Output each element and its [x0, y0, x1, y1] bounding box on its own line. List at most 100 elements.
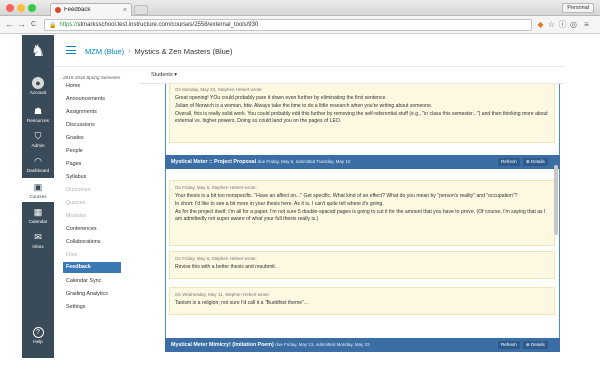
- course-nav-files[interactable]: Files: [66, 252, 77, 258]
- breadcrumb-course-link[interactable]: MZM (Blue): [85, 47, 124, 56]
- course-nav-pages[interactable]: Pages: [66, 161, 81, 167]
- new-tab-button[interactable]: [134, 5, 148, 15]
- comment-text: Overall, this is really solid work. You …: [175, 111, 548, 124]
- course-nav-announcements[interactable]: Announcements: [66, 96, 105, 102]
- global-nav-inbox[interactable]: ✉ Inbox: [22, 231, 54, 249]
- shield-icon: ⛉: [34, 131, 42, 141]
- comment-meta: On Friday, May 6, Stephen Hebert wrote:: [175, 256, 257, 261]
- global-nav-resources[interactable]: ☗ Resources: [22, 105, 54, 123]
- shield-extension-icon[interactable]: ◎: [569, 20, 578, 29]
- school-logo-icon[interactable]: ♞: [29, 41, 47, 63]
- course-nav-discussions[interactable]: Discussions: [66, 122, 95, 128]
- browser-tab[interactable]: Feedback ×: [50, 3, 132, 16]
- global-nav-courses[interactable]: ▣ Courses: [22, 178, 54, 202]
- course-header: MZM (Blue) › Mystics & Zen Masters (Blue…: [54, 35, 565, 67]
- global-nav-help[interactable]: ? Help: [22, 327, 54, 344]
- courses-icon: ▣: [33, 182, 43, 192]
- course-nav-settings[interactable]: Settings: [66, 304, 85, 310]
- resources-icon: ☗: [33, 106, 43, 116]
- students-dropdown[interactable]: Students ▾: [151, 72, 177, 78]
- global-nav-label: Calendar: [28, 219, 48, 224]
- details-button[interactable]: ⊕ Details: [523, 341, 548, 349]
- course-nav-quizzes[interactable]: Quizzes: [66, 200, 85, 206]
- term-label: 2015-2016 Spring Semester: [63, 75, 121, 80]
- course-nav-home[interactable]: Home: [66, 83, 80, 89]
- course-nav-feedback[interactable]: Feedback: [63, 262, 121, 273]
- comment-card: On Friday, May 6, Stephen Hebert wrote: …: [169, 180, 555, 246]
- comment-card: On Wednesday, May 11, Stephen Hebert wro…: [169, 287, 555, 315]
- url-text: stmarksschool.test.instructure.com/cours…: [77, 22, 259, 28]
- breadcrumb-separator-icon: ›: [128, 48, 131, 55]
- comment-text: Great opening! YOu could probably pare i…: [175, 95, 387, 101]
- course-nav-grading-analytics[interactable]: Grading Analytics: [66, 291, 108, 297]
- comment-card: On Monday, May 23, Stephen Hebert wrote:…: [169, 84, 555, 143]
- global-nav-admin[interactable]: ⛉ Admin: [22, 130, 54, 148]
- global-nav-label: Inbox: [32, 244, 44, 249]
- lock-icon: 🔒: [49, 22, 57, 29]
- course-navigation: 2015-2016 Spring Semester Home Announcem…: [54, 67, 139, 358]
- inbox-icon: ✉: [34, 232, 42, 242]
- global-nav-dashboard[interactable]: ◠ Dashboard: [22, 155, 54, 173]
- comment-meta: On Wednesday, May 11, Stephen Hebert wro…: [175, 292, 271, 297]
- course-nav-calendar-sync[interactable]: Calendar Sync: [66, 278, 101, 284]
- minimize-window-button[interactable]: [17, 4, 25, 12]
- course-nav-assignments[interactable]: Assignments: [66, 109, 97, 115]
- close-window-button[interactable]: [6, 4, 14, 12]
- reload-icon[interactable]: C: [31, 19, 36, 30]
- profile-button[interactable]: Personal: [562, 3, 594, 13]
- back-arrow-icon[interactable]: ←: [5, 19, 14, 30]
- url-scheme: https://: [59, 22, 78, 28]
- course-nav-collaborations[interactable]: Collaborations: [66, 239, 100, 245]
- assignment-title: Mystical Meter :: Project Proposal: [171, 159, 257, 165]
- assignment-dates: due Friday, May 6, submitted Tuesday, Ma…: [257, 159, 351, 164]
- assignment-header: Mystical Meter Mimicry! (Imitation Poem)…: [165, 338, 560, 352]
- refresh-button[interactable]: Refresh: [498, 158, 520, 166]
- help-icon: ?: [32, 327, 44, 338]
- comment-text: Taoism is a religion; not sure I'd call …: [175, 300, 309, 306]
- course-nav-people[interactable]: People: [66, 148, 83, 154]
- canvas-favicon-icon: [55, 7, 61, 13]
- assignment-dates: due Friday, May 13, submitted Monday, Ma…: [275, 342, 370, 347]
- hamburger-menu-icon[interactable]: [66, 46, 76, 54]
- browser-toolbar: ← → C 🔒 https://stmarksschool.test.instr…: [0, 16, 600, 34]
- comment-card: On Friday, May 6, Stephen Hebert wrote: …: [169, 251, 555, 279]
- tab-title: Feedback: [64, 7, 91, 13]
- refresh-button[interactable]: Refresh: [498, 341, 520, 349]
- global-nav-label: Resources: [27, 118, 49, 123]
- comment-meta: On Monday, May 23, Stephen Hebert wrote:: [175, 87, 263, 92]
- info-icon[interactable]: ⓘ: [558, 20, 567, 29]
- browser-menu-icon[interactable]: ≡: [582, 20, 591, 29]
- global-nav-calendar[interactable]: ▦ Calendar: [22, 206, 54, 224]
- global-navigation: ♞ ● Account ☗ Resources ⛉ Admin ◠ Dashbo…: [22, 35, 54, 358]
- tab-close-icon[interactable]: ×: [123, 7, 127, 14]
- address-bar[interactable]: 🔒 https://stmarksschool.test.instructure…: [44, 19, 532, 31]
- course-nav-syllabus[interactable]: Syllabus: [66, 174, 86, 180]
- comment-text: Revise this with a better thesis and res…: [175, 264, 277, 270]
- details-label: Details: [531, 342, 545, 347]
- browser-titlebar: Feedback × Personal: [0, 0, 600, 16]
- global-nav-label: Account: [29, 90, 47, 95]
- details-label: Details: [531, 159, 545, 164]
- maximize-window-button[interactable]: [28, 4, 36, 12]
- bookmark-star-icon[interactable]: ☆: [547, 20, 556, 29]
- breadcrumb: MZM (Blue) › Mystics & Zen Masters (Blue…: [85, 47, 232, 56]
- scrollbar[interactable]: [554, 165, 558, 235]
- comment-text: Julian of Norwich is a woman, btw. Alway…: [175, 103, 433, 109]
- details-button[interactable]: ⊕ Details: [523, 158, 548, 166]
- global-nav-account[interactable]: ● Account: [22, 77, 54, 95]
- course-nav-conferences[interactable]: Conferences: [66, 226, 97, 232]
- course-nav-outcomes[interactable]: Outcomes: [66, 187, 91, 193]
- avatar-icon: ●: [32, 77, 44, 89]
- global-nav-label: Help: [33, 339, 43, 344]
- comment-text: In short: I'd like to see a bit more in …: [175, 201, 384, 207]
- course-nav-grades[interactable]: Grades: [66, 135, 84, 141]
- window-bottom-margin: [0, 358, 600, 381]
- comment-text: As for the project itself, I'm all for a…: [175, 209, 546, 222]
- page-title: Mystics & Zen Masters (Blue): [134, 47, 233, 56]
- global-nav-label: Dashboard: [26, 168, 50, 173]
- comment-text: Your thesis is a bit too nonspecific. "H…: [175, 193, 518, 199]
- forward-arrow-icon[interactable]: →: [17, 19, 26, 30]
- course-nav-modules[interactable]: Modules: [66, 213, 86, 219]
- comment-meta: On Friday, May 6, Stephen Hebert wrote:: [175, 185, 257, 190]
- extension-icon[interactable]: ◆: [536, 20, 545, 29]
